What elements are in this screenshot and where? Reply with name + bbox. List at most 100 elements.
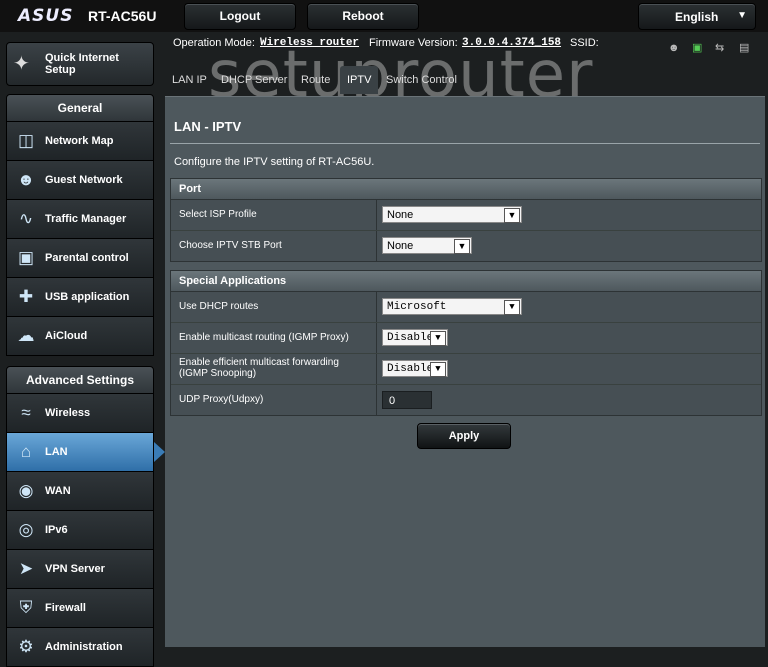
sidebar-item-label: Firewall (45, 602, 86, 614)
table-row: Choose IPTV STB Port None ▼ (171, 231, 761, 261)
sidebar-item-label: Traffic Manager (45, 213, 127, 225)
udpxy-port-input[interactable]: 0 (382, 391, 432, 409)
igmp-snooping-value: Disable (387, 363, 434, 375)
sidebar-item-traffic-manager[interactable]: ∿ Traffic Manager (6, 199, 154, 239)
advanced-section-title: Advanced Settings (6, 366, 154, 394)
logout-button[interactable]: Logout (184, 3, 296, 30)
sidebar-item-aicloud[interactable]: ☁ AiCloud (6, 316, 154, 356)
chevron-down-icon: ▼ (454, 239, 470, 254)
dhcp-routes-select[interactable]: Microsoft ▼ (382, 298, 522, 315)
sidebar-item-wireless[interactable]: ≈ Wireless (6, 393, 154, 433)
chevron-down-icon: ▼ (430, 362, 446, 377)
table-row: Use DHCP routes Microsoft ▼ (171, 292, 761, 323)
tab-route[interactable]: Route (294, 66, 337, 94)
igmp-proxy-label: Enable multicast routing (IGMP Proxy) (179, 332, 349, 343)
igmp-snooping-select[interactable]: Disable ▼ (382, 360, 448, 377)
home-icon: ⌂ (20, 442, 32, 461)
sidebar-item-parental-control[interactable]: ▣ Parental control (6, 238, 154, 278)
chevron-down-icon: ▼ (737, 10, 747, 21)
sidebar-item-ipv6[interactable]: ◎ IPv6 (6, 510, 154, 550)
tab-bar: LAN IP DHCP Server Route IPTV Switch Con… (165, 66, 765, 96)
apply-button[interactable]: Apply (417, 423, 511, 449)
reboot-button[interactable]: Reboot (307, 3, 419, 30)
table-row: Enable multicast routing (IGMP Proxy) Di… (171, 323, 761, 354)
sidebar-item-wan[interactable]: ◉ WAN (6, 471, 154, 511)
admin-icon: ⚙ (18, 637, 34, 656)
sidebar-item-label: Wireless (45, 407, 91, 419)
iptv-stb-port-select[interactable]: None ▼ (382, 237, 472, 254)
dhcp-routes-label: Use DHCP routes (179, 301, 259, 312)
language-label: English (675, 10, 719, 24)
sidebar-item-label: USB application (45, 291, 130, 303)
table-row: Enable efficient multicast forwarding (I… (171, 354, 761, 385)
firmware-label: Firmware Version: (369, 37, 458, 49)
tab-dhcp-server[interactable]: DHCP Server (214, 66, 294, 94)
tab-switch-control[interactable]: Switch Control (379, 66, 464, 94)
ssid-label: SSID: (570, 37, 599, 49)
printer-icon[interactable]: ▤ (739, 42, 753, 54)
sidebar-item-label: AiCloud (45, 330, 88, 342)
sidebar-item-label: LAN (45, 446, 68, 458)
sidebar-item-firewall[interactable]: ⛨ Firewall (6, 588, 154, 628)
general-section-title: General (6, 94, 154, 122)
port-table-header: Port (171, 179, 761, 200)
special-applications-table: Special Applications Use DHCP routes Mic… (170, 270, 762, 416)
tab-iptv[interactable]: IPTV (340, 66, 379, 94)
language-select[interactable]: English ▼ (638, 3, 756, 30)
sidebar-item-guest-network[interactable]: ☻ Guest Network (6, 160, 154, 200)
sidebar-item-label: Administration (45, 641, 123, 653)
igmp-snooping-label: Enable efficient multicast forwarding (I… (179, 357, 339, 379)
sidebar-item-label: Network Map (45, 135, 114, 147)
sidebar-item-label: IPv6 (45, 524, 68, 536)
quick-internet-setup-button[interactable]: ✦ Quick Internet Setup (6, 42, 154, 86)
sidebar-item-label: WAN (45, 485, 71, 497)
sidebar-item-administration[interactable]: ⚙ Administration (6, 627, 154, 667)
shield-icon: ⛨ (19, 598, 33, 617)
sidebar-item-usb-application[interactable]: ✚ USB application (6, 277, 154, 317)
tab-lan-ip[interactable]: LAN IP (165, 66, 214, 94)
isp-profile-label: Select ISP Profile (179, 209, 257, 220)
cloud-icon: ☁ (17, 326, 35, 345)
lock-icon: ▣ (17, 248, 35, 267)
isp-profile-select[interactable]: None ▼ (382, 206, 522, 223)
qis-label: Quick Internet Setup (45, 52, 119, 76)
guest-network-icon: ☻ (17, 170, 35, 189)
port-table: Port Select ISP Profile None ▼ Choose IP… (170, 178, 762, 262)
table-row: Select ISP Profile None ▼ (171, 200, 761, 231)
vpn-icon: ➤ (18, 559, 34, 578)
igmp-proxy-select[interactable]: Disable ▼ (382, 329, 448, 346)
sidebar-item-label: Guest Network (45, 174, 123, 186)
sidebar-item-label: VPN Server (45, 563, 105, 575)
usb-icon[interactable]: ⇆ (715, 42, 729, 54)
isp-profile-value: None (387, 209, 414, 221)
sidebar-item-network-map[interactable]: ◫ Network Map (6, 121, 154, 161)
sidebar-item-vpn-server[interactable]: ➤ VPN Server (6, 549, 154, 589)
chevron-down-icon: ▼ (504, 300, 520, 315)
page-title: LAN - IPTV (174, 119, 242, 134)
ipv6-icon: ◎ (18, 520, 34, 539)
network-map-icon: ◫ (17, 131, 35, 150)
top-bar: ASUS RT-AC56U Logout Reboot English ▼ (0, 0, 768, 32)
chevron-down-icon: ▼ (504, 208, 520, 223)
main-panel: LAN - IPTV Configure the IPTV setting of… (165, 96, 765, 647)
traffic-manager-icon: ∿ (18, 209, 34, 228)
firmware-value[interactable]: 3.0.0.4.374_158 (462, 37, 561, 49)
igmp-proxy-value: Disable (387, 332, 434, 344)
table-row: UDP Proxy(Udpxy) 0 (171, 385, 761, 415)
clients-icon[interactable]: ☻ (668, 42, 682, 54)
globe-icon: ◉ (18, 481, 34, 500)
asus-logo: ASUS (18, 6, 74, 26)
iptv-stb-port-label: Choose IPTV STB Port (179, 240, 282, 251)
puzzle-icon: ✚ (18, 287, 34, 306)
sidebar-item-label: Parental control (45, 252, 129, 264)
sidebar-item-lan[interactable]: ⌂ LAN (6, 432, 165, 472)
special-applications-header: Special Applications (171, 271, 761, 292)
network-status-icon[interactable]: ▣ (692, 42, 706, 54)
op-mode-value[interactable]: Wireless router (260, 37, 359, 49)
udpxy-label: UDP Proxy(Udpxy) (179, 394, 264, 405)
magic-wand-icon: ✦ (13, 53, 30, 75)
model-name: RT-AC56U (88, 8, 157, 24)
iptv-stb-port-value: None (387, 240, 414, 252)
op-mode-label: Operation Mode: (173, 37, 255, 49)
divider (170, 143, 760, 144)
